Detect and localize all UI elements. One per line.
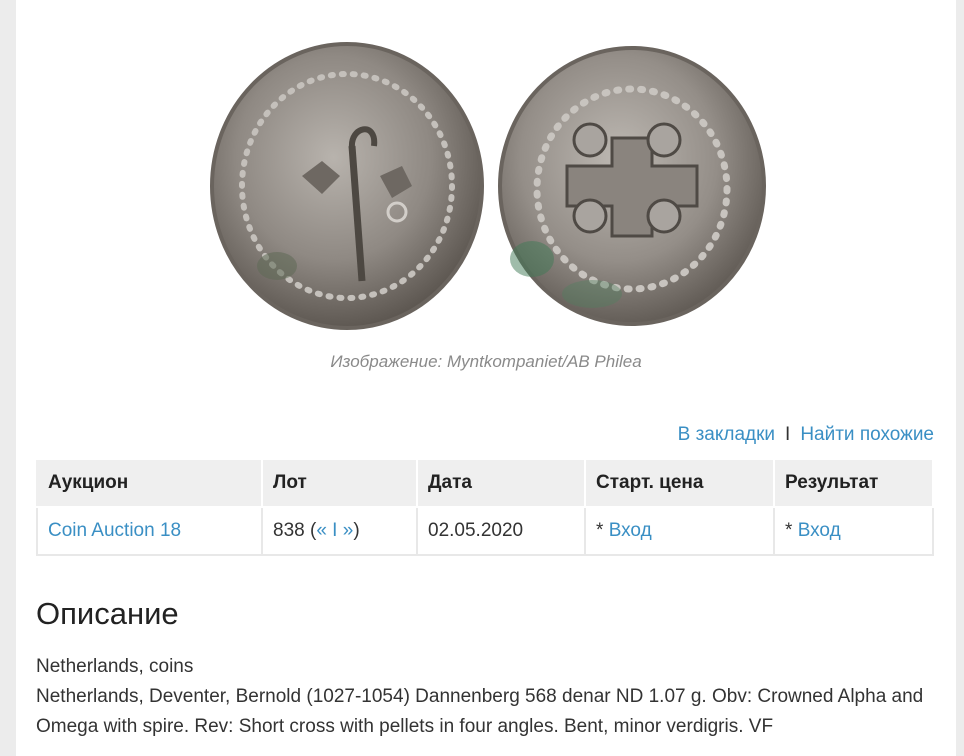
prev-lot-link[interactable]: « [316,520,327,541]
cell-start-price: * Вход [584,506,775,556]
cell-result: * Вход [773,506,934,556]
lot-table: Аукцион Лот Дата Старт. цена Результат C… [36,458,934,556]
description-text: Netherlands, Deventer, Bernold (1027-105… [36,686,924,737]
start-price-prefix: * [596,520,609,541]
next-lot-link[interactable]: » [343,520,354,541]
coin-reverse-image [498,46,766,326]
cell-lot: 838 (« I ») [261,506,418,556]
lot-number: 838 [273,520,305,541]
header-result: Результат [773,458,934,508]
table-row: Coin Auction 18 838 (« I ») 02.05.2020 *… [36,506,934,556]
table-header-row: Аукцион Лот Дата Старт. цена Результат [36,458,934,508]
image-caption: Изображение: Myntkompaniet/AB Philea [330,352,642,371]
header-lot: Лот [261,458,418,508]
find-similar-link[interactable]: Найти похожие [800,424,934,445]
description-category: Netherlands, coins [36,656,194,677]
coin-obverse-image [210,42,484,330]
start-price-login-link[interactable]: Вход [609,520,652,541]
header-date: Дата [416,458,586,508]
cell-auction: Coin Auction 18 [36,506,263,556]
result-login-link[interactable]: Вход [798,520,841,541]
result-prefix: * [785,520,798,541]
lot-paren-open: ( [304,520,317,541]
lot-paren-close: ) [353,520,360,541]
actions-separator: I [785,424,791,445]
lot-page: Изображение: Myntkompaniet/AB Philea В з… [16,0,956,756]
header-auction: Аукцион [36,458,263,508]
description-title: Описание [36,596,179,631]
lot-nav-separator: I [326,520,343,541]
coin-image[interactable] [16,0,956,340]
header-start-price: Старт. цена [584,458,775,508]
bookmark-link[interactable]: В закладки [678,424,775,445]
description-body: Netherlands, coins Netherlands, Deventer… [36,652,942,742]
cell-date: 02.05.2020 [416,506,586,556]
lot-actions: В закладки I Найти похожие [678,424,934,446]
auction-link[interactable]: Coin Auction 18 [48,520,181,541]
